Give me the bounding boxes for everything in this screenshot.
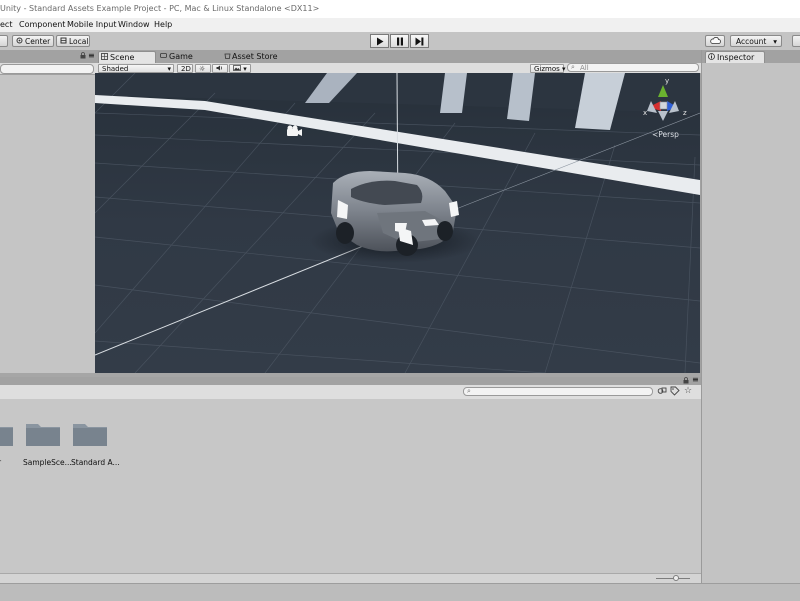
star-icon: ☆ [684,386,693,396]
tab-inspector-label: Inspector [717,53,755,62]
chevron-down-icon: ▾ [562,65,566,73]
folder-label: Standard A... [71,458,120,467]
gizmo-x-label: x [643,109,648,117]
pause-button[interactable] [390,34,409,48]
gizmos-label: Gizmos [534,65,560,73]
transform-tool-button[interactable] [0,35,8,47]
pivot-local-button[interactable]: Local [56,35,90,47]
audio-icon [216,65,224,73]
local-space-icon [60,36,67,48]
tab-asset-store-label: Asset Store [232,52,278,61]
step-icon [415,37,424,45]
account-label: Account [736,37,767,46]
hierarchy-search-input[interactable] [0,64,94,74]
filter-label-button[interactable] [670,386,681,397]
pivot-center-button[interactable]: Center [12,35,54,47]
2d-toggle-label: 2D [181,65,191,73]
project-toolbar: ⌕ ☆ [0,385,701,400]
pause-icon [396,37,403,45]
lock-icon[interactable] [80,52,86,61]
inspector-panel: Inspector [701,50,800,583]
tab-inspector[interactable]: Inspector [705,51,765,63]
project-tab-strip: ≡ [0,375,701,385]
orientation-gizmo[interactable]: y x z [643,77,693,127]
scene-search-input[interactable]: ⌕ All [567,63,699,72]
search-icon: ⌕ [467,387,471,395]
folder-icon[interactable] [72,421,108,447]
perspective-label[interactable]: ≺Persp [652,130,679,139]
menu-component[interactable]: Component [19,20,65,29]
panel-menu-icon[interactable]: ≡ [88,51,95,60]
audio-toggle[interactable] [212,64,228,73]
title-bar: Unity - Standard Assets Example Project … [0,0,800,18]
play-icon [376,37,383,45]
folder-label: r [0,458,1,467]
pivot-local-label: Local [69,37,89,46]
menu-help[interactable]: Help [154,20,172,29]
lighting-toggle[interactable]: ☼ [195,64,211,73]
shading-mode-dropdown[interactable]: Shaded ▾ [98,64,174,73]
layers-dropdown[interactable] [792,35,800,47]
folder-label: SampleSce... [23,458,72,467]
gizmo-z-label: z [683,109,687,117]
info-icon [708,52,715,64]
main-toolbar: Center Local Account ▾ [0,32,800,51]
perspective-text: Persp [658,130,679,139]
tab-game[interactable]: Game [158,51,214,63]
pivot-center-label: Center [25,37,51,46]
project-search-input[interactable]: ⌕ [463,387,653,396]
pivot-center-icon [16,36,23,48]
project-panel: ≡ ⌕ ☆ r SampleSce... [0,375,701,584]
inspector-tab-strip: Inspector [702,50,800,63]
account-dropdown[interactable]: Account ▾ [730,35,782,47]
game-tab-icon [160,51,167,63]
gizmo-y-label: y [665,77,670,85]
folder-icon[interactable] [25,421,61,447]
scene-viewport[interactable]: y x z ≺Persp [95,73,700,373]
search-icon: ⌕ [571,63,575,71]
folder-icon[interactable] [0,421,14,447]
effects-dropdown[interactable]: ▾ [229,64,251,73]
menu-bar: ect Component Mobile Input Window Help [0,18,800,32]
filter-type-button[interactable] [657,386,668,397]
asset-store-icon [224,51,231,63]
project-assets-area: r SampleSce... Standard A... [0,399,701,573]
menu-window[interactable]: Window [118,20,150,29]
chevron-down-icon: ▾ [243,65,247,73]
play-button[interactable] [370,34,389,48]
panel-menu-icon[interactable]: ≡ [692,375,699,384]
hierarchy-toolbar [0,63,95,75]
chevron-down-icon: ▾ [773,37,777,46]
tab-asset-store[interactable]: Asset Store [221,51,291,63]
tab-game-label: Game [169,52,193,61]
window-title: Unity - Standard Assets Example Project … [0,4,320,13]
cloud-button[interactable] [705,35,725,47]
sun-icon: ☼ [199,65,206,73]
gizmos-dropdown[interactable]: Gizmos ▾ [530,64,566,73]
favorites-button[interactable]: ☆ [684,386,695,397]
hierarchy-tab-strip: ≡ [0,50,95,63]
scene-render [95,73,700,373]
shading-mode-label: Shaded [102,65,129,73]
2d-toggle[interactable]: 2D [177,64,193,73]
image-icon [233,65,243,73]
cloud-icon [710,36,721,48]
menu-mobile-input[interactable]: Mobile Input [67,20,117,29]
tab-scene-label: Scene [110,53,135,62]
hierarchy-panel: ≡ [0,50,95,373]
gizmo-y-cone[interactable] [658,85,668,97]
step-button[interactable] [410,34,429,48]
tag-icon [670,386,680,398]
scene-search-placeholder: All [580,64,589,72]
status-bar [0,583,800,601]
tab-scene[interactable]: Scene [98,51,156,63]
menu-project[interactable]: ect [0,20,12,29]
filter-type-icon [657,387,667,398]
icon-size-slider-thumb[interactable] [673,575,679,581]
